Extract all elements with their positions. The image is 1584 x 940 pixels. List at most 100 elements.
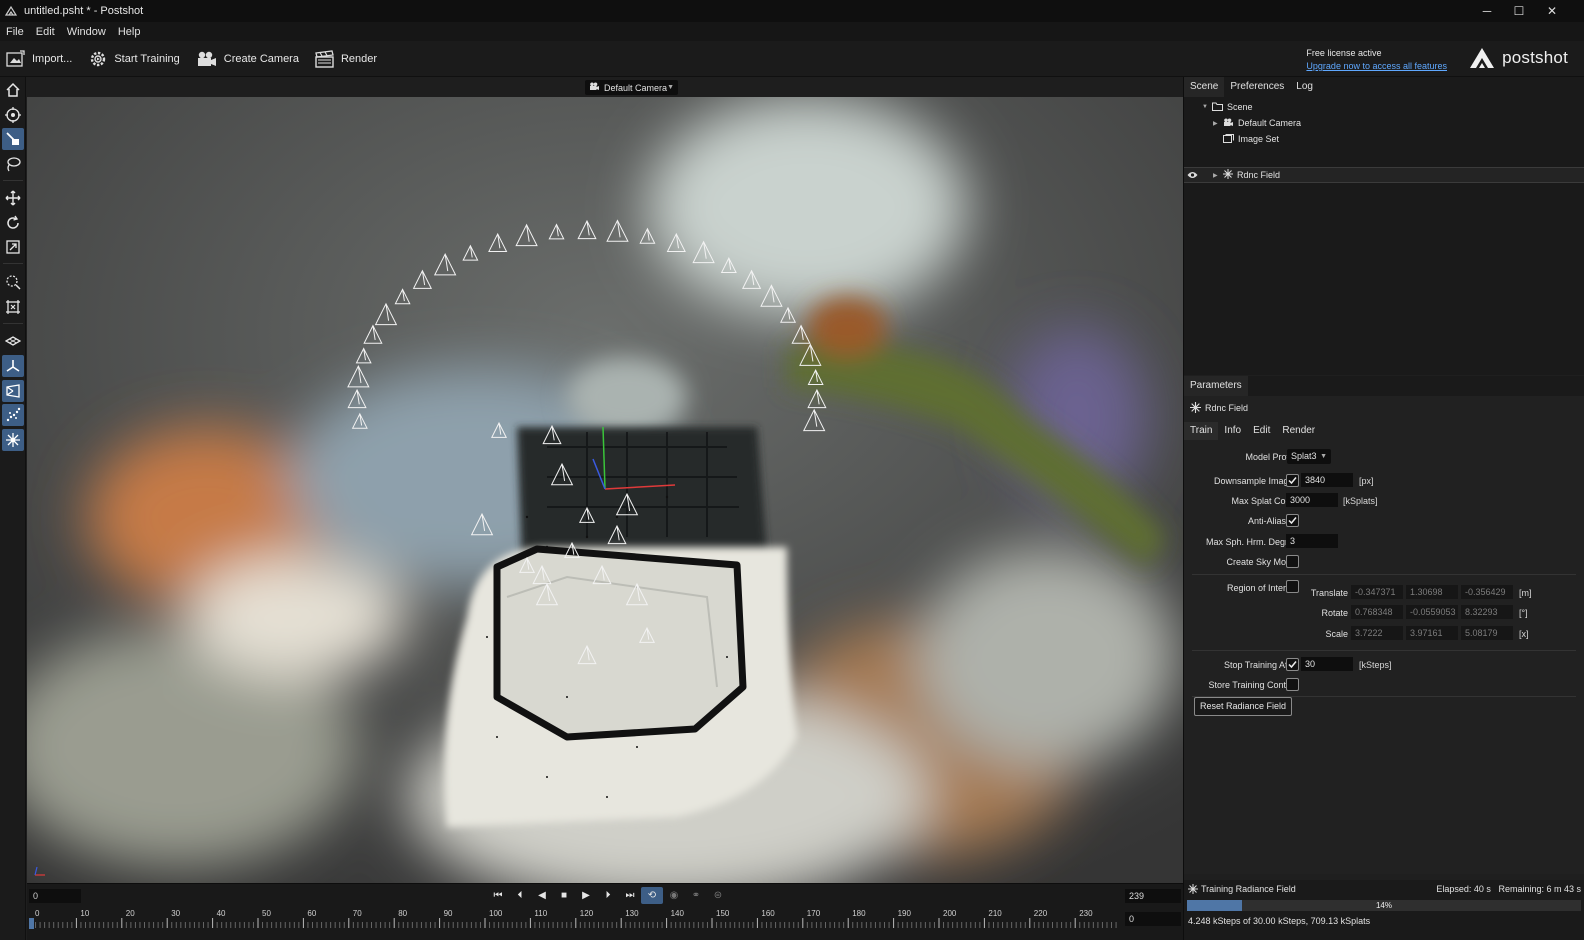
frame-start-field[interactable]: 0 [29,889,81,903]
timeline-ticks: 0 10 20 30 40 50 60 70 80 90 100 110 120 130 140 150 160… [29,909,1117,929]
tool-separator [3,263,23,264]
chevron-right-icon: ▶ [1213,120,1218,127]
downsample-unit: [px] [1359,476,1374,486]
step-back-icon[interactable]: ⏴ [509,887,531,904]
lasso-tool-button[interactable] [2,153,24,175]
point-cloud-toggle[interactable] [2,404,24,426]
3d-viewport[interactable] [27,97,1183,883]
rotate-x-input[interactable]: 0.768348 [1351,605,1403,619]
visibility-eye-icon[interactable] [1187,170,1198,182]
skip-to-start-icon[interactable]: ⏮ [487,887,509,904]
scene-tab-bar: Scene Preferences Log [1184,77,1584,97]
box-select-icon [6,275,21,290]
frame-end-field[interactable]: 239 [1125,889,1181,903]
store-context-checkbox[interactable] [1286,678,1299,691]
scale-z-input[interactable]: 5.08179 [1461,626,1513,640]
translate-y-input[interactable]: 1.30698 [1406,585,1458,599]
play-icon[interactable]: ▶ [575,887,597,904]
tree-item-label: Default Camera [1238,118,1302,128]
tab-render[interactable]: Render [1276,422,1321,440]
play-reverse-icon[interactable]: ◀ [531,887,553,904]
tick-label: 0 [35,909,40,918]
tree-item-scene[interactable]: ▼ Scene [1202,99,1253,115]
tree-item-image-set[interactable]: Image Set [1223,131,1279,147]
reset-radiance-field-button[interactable]: Reset Radiance Field [1194,697,1292,716]
maximize-button[interactable]: ☐ [1502,0,1536,22]
close-button[interactable]: ✕ [1535,0,1569,22]
record-icon[interactable]: ◉ [663,887,685,904]
tab-parameters[interactable]: Parameters [1184,376,1248,396]
translate-z-input[interactable]: -0.356429 [1461,585,1513,599]
stop-after-checkbox[interactable] [1286,658,1299,671]
tab-scene[interactable]: Scene [1184,77,1225,97]
box-select-tool-button[interactable] [2,271,24,293]
loop-icon[interactable]: ⟲ [641,887,663,904]
window-title: untitled.psht * - Postshot [24,5,144,17]
start-training-button[interactable]: Start Training [88,49,180,69]
import-button[interactable]: Import... [6,49,72,68]
tree-item-rdnc-field[interactable]: ▶ Rdnc Field [1213,167,1280,183]
scale-tool-button[interactable] [2,236,24,258]
menu-file[interactable]: File [0,26,30,38]
move-tool-button[interactable] [2,187,24,209]
current-frame-field[interactable]: 0 [1125,912,1181,926]
camera-frustum-toggle[interactable] [2,380,24,402]
tab-train[interactable]: Train [1184,422,1219,440]
training-gear-icon [91,51,106,66]
grid-plane-toggle[interactable] [2,330,24,352]
ping-pong-icon[interactable]: ⚭ [685,887,707,904]
rotate-y-input[interactable]: -0.0559053 [1406,605,1458,619]
tab-preferences[interactable]: Preferences [1224,77,1290,97]
downsample-label: Downsample Images [1213,476,1298,486]
translate-unit: [m] [1519,588,1532,598]
crop-tool-button[interactable] [2,296,24,318]
anti-aliasing-checkbox[interactable] [1286,514,1299,527]
stop-icon[interactable]: ■ [553,887,575,904]
max-splat-input[interactable]: 3000 [1286,493,1338,507]
scale-x-input[interactable]: 3.7222 [1351,626,1403,640]
orbit-target-tool-button[interactable] [2,104,24,126]
brand-name: postshot [1502,48,1568,67]
model-profile-select[interactable]: Splat3 ▼ [1287,449,1331,464]
render-button[interactable]: Render [315,49,378,68]
axis-gizmo-toggle[interactable] [2,355,24,377]
translate-x-input[interactable]: -0.347371 [1351,585,1403,599]
menu-help[interactable]: Help [112,26,147,38]
playhead[interactable] [29,918,34,929]
radiance-field-toggle[interactable] [2,429,24,451]
import-icon [6,49,25,67]
step-forward-icon[interactable]: ⏵ [597,887,619,904]
tree-item-default-camera[interactable]: ▶ Default Camera [1213,115,1301,131]
max-sph-input[interactable]: 3 [1286,534,1338,548]
keyframe-icon[interactable]: ⊜ [707,887,729,904]
tab-info[interactable]: Info [1218,422,1247,440]
downsample-input[interactable]: 3840 [1301,473,1353,487]
timeline-ruler[interactable]: 0 10 20 30 40 50 60 70 80 90 100 110 120 130 140 150 160… [27,908,1121,930]
tab-edit[interactable]: Edit [1247,422,1276,440]
create-camera-button[interactable]: Create Camera [196,50,299,68]
camera-select[interactable]: Default Camera ▼ [585,80,678,95]
rotate-icon [7,215,19,229]
upgrade-link[interactable]: Upgrade now to access all features [1306,61,1447,71]
main-toolbar: Import... Start Training Create Camera R… [0,41,1584,77]
minimize-button[interactable]: ─ [1470,0,1504,22]
tick-label: 140 [671,909,685,918]
select-splat-tool-button[interactable] [2,128,24,150]
render-label: Render [340,52,378,65]
skip-to-end-icon[interactable]: ⏭ [619,887,641,904]
downsample-checkbox[interactable] [1286,474,1299,487]
menu-window[interactable]: Window [61,26,112,38]
tab-log[interactable]: Log [1290,77,1319,97]
remaining-time: Remaining: 6 m 43 s [1498,884,1581,894]
chevron-down-icon: ▼ [667,84,674,91]
stop-after-input[interactable]: 30 [1301,657,1353,671]
menu-edit[interactable]: Edit [30,26,61,38]
home-tool-button[interactable] [2,79,24,101]
stop-after-unit: [kSteps] [1359,660,1392,670]
scale-y-input[interactable]: 3.97161 [1406,626,1458,640]
sky-model-checkbox[interactable] [1286,555,1299,568]
node-title: Rdnc Field [1190,402,1248,413]
viewport-header: Default Camera ▼ [27,77,1183,97]
rotate-z-input[interactable]: 8.32293 [1461,605,1513,619]
rotate-tool-button[interactable] [2,212,24,234]
